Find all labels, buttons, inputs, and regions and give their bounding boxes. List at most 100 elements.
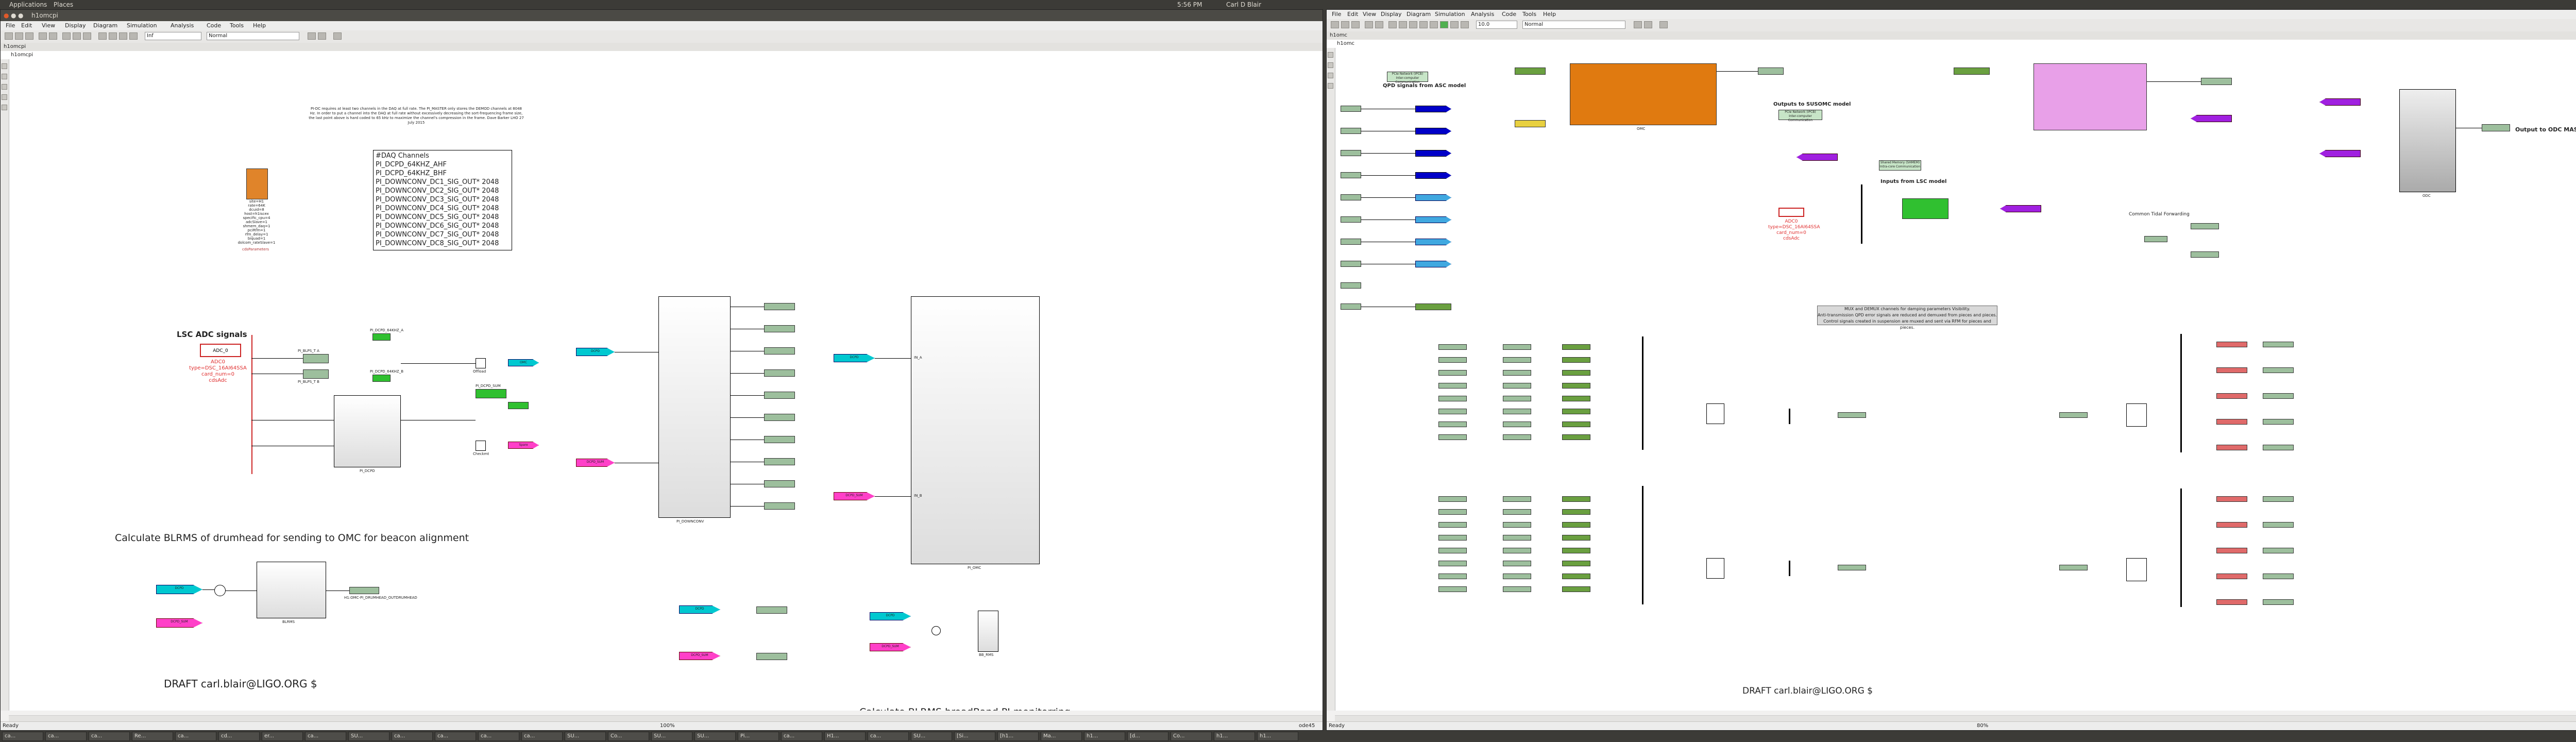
goto-qpd-tag[interactable]: [1415, 172, 1451, 179]
demux-row-filter[interactable]: [1438, 548, 1467, 553]
menu-code[interactable]: Code: [207, 22, 221, 29]
goto-qpd-tag[interactable]: [1415, 261, 1451, 267]
mux-output-filter[interactable]: [2263, 367, 2294, 373]
menu-edit[interactable]: Edit: [21, 22, 32, 29]
menu-view[interactable]: View: [42, 22, 55, 29]
sim-time-field[interactable]: Inf: [145, 32, 201, 40]
lsc-input-block[interactable]: [1902, 198, 1948, 219]
from-dcpd-tag[interactable]: DCPD: [576, 348, 615, 356]
goto-qpd-tag[interactable]: [1415, 150, 1451, 157]
demux-row-goto[interactable]: [1562, 409, 1590, 414]
tidal-filter[interactable]: [2144, 236, 2167, 242]
tidal-filter[interactable]: [2191, 223, 2219, 229]
step-forward-icon[interactable]: [1450, 21, 1459, 28]
taskbar-item[interactable]: ca...: [392, 732, 433, 741]
bb-output-filter[interactable]: [756, 653, 787, 660]
demux-row-filter[interactable]: [1503, 561, 1531, 566]
qpd-input-filter[interactable]: [1341, 194, 1361, 200]
build-icon[interactable]: [1634, 21, 1642, 28]
pi-omc-subsystem[interactable]: [911, 296, 1040, 564]
stop-icon[interactable]: [129, 32, 138, 40]
new-model-icon[interactable]: [5, 32, 13, 40]
mux-output-red[interactable]: [2216, 393, 2247, 399]
left-titlebar[interactable]: ● ● ● h1omcpi: [1, 10, 1323, 21]
mux-output-filter[interactable]: [2263, 496, 2294, 502]
menu-tools[interactable]: Tools: [230, 22, 244, 29]
demux-row-filter[interactable]: [1438, 396, 1467, 401]
mux-output-filter[interactable]: [2263, 393, 2294, 399]
goto-qpd-tag[interactable]: [1415, 194, 1451, 201]
sum-block-bb[interactable]: [931, 626, 941, 635]
left-diagram-canvas[interactable]: PI-DC requires at least two channels in …: [9, 59, 1323, 711]
mux-output-red[interactable]: [2216, 496, 2247, 502]
from-dcpd-tag-bb[interactable]: DCPD: [679, 605, 720, 614]
model-explorer-icon[interactable]: [1388, 21, 1397, 28]
goto-violet-odc-1[interactable]: [2319, 98, 2361, 106]
demux-row-goto[interactable]: [1562, 509, 1590, 515]
from-green-tag[interactable]: [1515, 68, 1546, 75]
rfm-out-filter[interactable]: [1838, 412, 1866, 418]
daq-channels-block[interactable]: #DAQ Channels PI_DCPD_64KHZ_AHF PI_DCPD_…: [373, 150, 512, 250]
mux-output-red[interactable]: [2216, 342, 2247, 347]
demux-row-goto[interactable]: [1562, 396, 1590, 401]
mux-output-filter[interactable]: [2263, 342, 2294, 347]
library-browser-icon[interactable]: [1399, 21, 1407, 28]
qpd-input-filter[interactable]: [1341, 261, 1361, 267]
demux-row-filter[interactable]: [1503, 421, 1531, 427]
taskbar-item[interactable]: [Si...: [954, 732, 995, 741]
clock[interactable]: 5:56 PM: [1177, 1, 1202, 8]
mux-output-filter[interactable]: [2263, 445, 2294, 450]
taskbar-item[interactable]: SU...: [694, 732, 736, 741]
update-diagram-icon[interactable]: [1644, 21, 1652, 28]
tidal-filter[interactable]: [2191, 251, 2219, 258]
mux-output-red[interactable]: [2216, 599, 2247, 605]
menu-view[interactable]: View: [1363, 11, 1376, 18]
goto-qpd-tag[interactable]: [1415, 128, 1451, 134]
taskbar-item[interactable]: Pi...: [738, 732, 779, 741]
settings-icon[interactable]: [1419, 21, 1428, 28]
minimize-icon[interactable]: ●: [11, 12, 16, 19]
demux-row-goto[interactable]: [1562, 421, 1590, 427]
demux-row-filter[interactable]: [1438, 561, 1467, 566]
taskbar-item[interactable]: [h1...: [997, 732, 1039, 741]
omc-subsystem[interactable]: [1570, 63, 1717, 125]
mux-output-filter[interactable]: [2263, 419, 2294, 425]
taskbar-item[interactable]: ca...: [89, 732, 130, 741]
demux-row-filter[interactable]: [1503, 522, 1531, 528]
taskbar-item[interactable]: SU...: [651, 732, 692, 741]
qpd-input-filter[interactable]: [1341, 128, 1361, 134]
tab-h1omcpi[interactable]: h1omcpi: [4, 44, 26, 49]
mux-output-red[interactable]: [2216, 522, 2247, 528]
adc-block-right[interactable]: [1778, 208, 1804, 217]
image-icon[interactable]: [2, 105, 7, 110]
annotation-icon[interactable]: [1328, 83, 1333, 89]
taskbar-item[interactable]: ca...: [305, 732, 346, 741]
odc-output-filter[interactable]: [2482, 124, 2510, 131]
menu-display[interactable]: Display: [65, 22, 86, 29]
magenta-subsystem[interactable]: [2033, 63, 2147, 130]
from-dcpd-sum-tag-b[interactable]: DCPD_SUM: [834, 492, 875, 500]
sim-mode-select[interactable]: Normal: [207, 32, 299, 40]
taskbar-item[interactable]: SU...: [911, 732, 952, 741]
demux-row-filter[interactable]: [1438, 383, 1467, 389]
offload-switch-block[interactable]: [476, 358, 486, 368]
demux-row-filter[interactable]: [1503, 357, 1531, 363]
downconv-output-filter[interactable]: [764, 502, 795, 510]
demux-row-filter[interactable]: [1503, 434, 1531, 440]
redo-icon[interactable]: [49, 32, 57, 40]
bb-output-filter[interactable]: [756, 606, 787, 614]
goto-spare-tag[interactable]: Spare: [508, 442, 539, 449]
dcpd-sum-out-block[interactable]: [508, 402, 529, 409]
zoom-icon[interactable]: [1328, 62, 1333, 68]
goto-qpd-tag[interactable]: [1415, 239, 1451, 245]
sim-mode-select[interactable]: Normal: [1522, 21, 1625, 29]
run-icon[interactable]: [1440, 21, 1448, 28]
from-dcpd-tag-drum[interactable]: DCPD: [156, 585, 202, 594]
menu-file[interactable]: File: [1332, 11, 1341, 18]
downconv-output-filter[interactable]: [764, 369, 795, 377]
from-dcpd-sum-tag-bb[interactable]: DCPD_SUM: [679, 652, 720, 660]
demux-row-goto[interactable]: [1562, 370, 1590, 376]
menu-tools[interactable]: Tools: [1522, 11, 1536, 18]
taskbar-item[interactable]: ca...: [521, 732, 563, 741]
open-icon[interactable]: [1341, 21, 1349, 28]
